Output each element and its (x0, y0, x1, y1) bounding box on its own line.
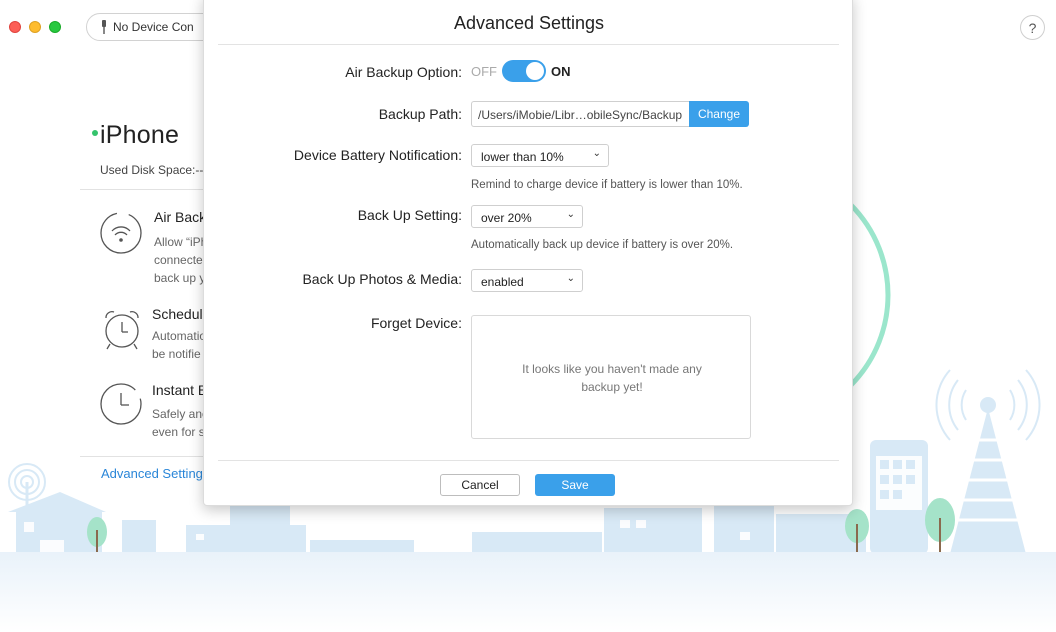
battery-hint: Remind to charge device if battery is lo… (471, 179, 743, 191)
divider (80, 456, 205, 457)
feature-desc-line: Automatio (152, 329, 207, 343)
device-title: iPhone (92, 121, 179, 150)
air-backup-toggle[interactable] (502, 60, 546, 82)
chevron-down-icon: ⌄ (592, 148, 601, 159)
feature-desc-line: be notifie (152, 347, 201, 361)
empty-state-text: It looks like you haven't made any backu… (522, 362, 702, 394)
ground-fade (0, 552, 1056, 632)
air-backup-label: Air Backup Option: (345, 64, 462, 80)
toggle-on-label: ON (551, 64, 571, 79)
divider (80, 189, 205, 190)
advanced-settings-dialog: Advanced Settings Air Backup Option: OFF… (203, 0, 853, 506)
change-path-button[interactable]: Change (689, 101, 749, 127)
photos-media-label: Back Up Photos & Media: (302, 271, 462, 287)
feature-desc-line: back up y (154, 271, 206, 285)
backup-setting-select[interactable]: over 20% ⌄ (471, 205, 583, 228)
advanced-settings-link[interactable]: Advanced Settings (101, 466, 209, 481)
feature-desc-line: even for s (152, 425, 205, 439)
clock-icon (100, 383, 142, 425)
select-value: over 20% (481, 211, 532, 225)
divider (218, 44, 839, 45)
feature-title-instant-backup: Instant B (152, 382, 208, 398)
toggle-knob (526, 62, 544, 80)
feature-desc-line: Safely anc (152, 407, 209, 421)
chevron-down-icon: ⌄ (566, 273, 575, 284)
toggle-off-label: OFF (471, 64, 497, 79)
alarm-clock-icon (105, 311, 139, 350)
device-name: iPhone (100, 121, 180, 149)
minimize-window-button[interactable] (29, 21, 41, 33)
backup-setting-label: Back Up Setting: (357, 207, 462, 223)
air-backup-icon (100, 212, 142, 254)
divider (218, 460, 839, 461)
feature-title-air-backup: Air Back (154, 209, 207, 225)
help-button[interactable]: ? (1020, 15, 1045, 40)
forget-device-label: Forget Device: (370, 315, 462, 331)
used-disk-space: Used Disk Space:-- (100, 163, 204, 177)
select-value: lower than 10% (481, 150, 564, 164)
backup-path-label: Backup Path: (378, 106, 462, 122)
forget-device-list[interactable]: It looks like you haven't made any backu… (471, 315, 751, 439)
photos-media-select[interactable]: enabled ⌄ (471, 269, 583, 292)
backup-path-field[interactable]: /Users/iMobie/Libr…obileSync/Backup (471, 101, 689, 127)
dialog-title: Advanced Settings (453, 13, 605, 33)
backup-setting-hint: Automatically back up device if battery … (471, 239, 734, 251)
cable-icon (102, 20, 106, 34)
feature-desc-line: Allow “iPh (154, 235, 208, 249)
battery-notification-select[interactable]: lower than 10% ⌄ (471, 144, 609, 167)
feature-desc-line: connecte (154, 253, 203, 267)
feature-title-schedule: Schedul (152, 306, 203, 322)
app-window: No Device Con ? iPhone Used Disk Space:-… (0, 0, 1056, 632)
chevron-down-icon: ⌄ (566, 209, 575, 220)
device-selector-label: No Device Con (113, 20, 194, 34)
save-button[interactable]: Save (535, 474, 615, 496)
select-value: enabled (481, 275, 524, 289)
close-window-button[interactable] (9, 21, 21, 33)
connection-status-dot (92, 130, 98, 137)
cancel-button[interactable]: Cancel (440, 474, 520, 496)
zoom-window-button[interactable] (49, 21, 61, 33)
battery-notification-label: Device Battery Notification: (293, 147, 462, 163)
